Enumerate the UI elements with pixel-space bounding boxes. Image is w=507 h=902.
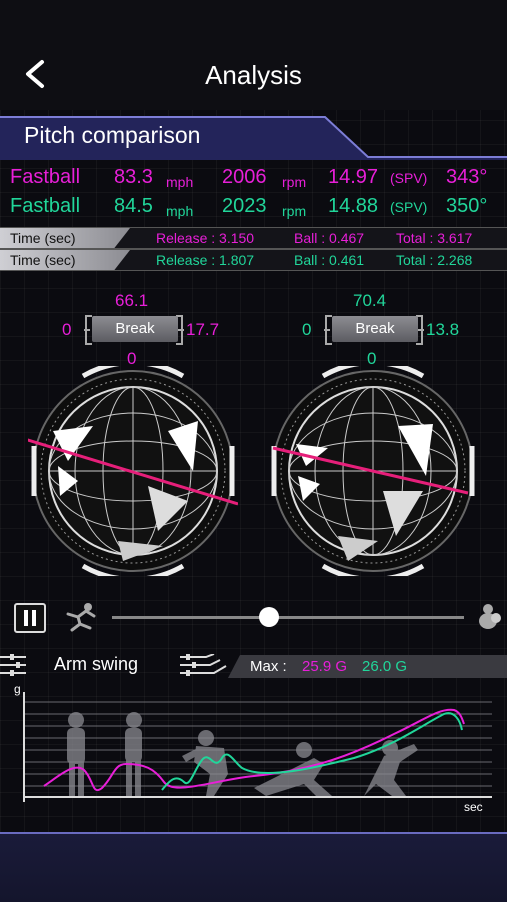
spv-unit: (SPV) — [390, 170, 428, 186]
max-pink-value: 25.9 G — [302, 658, 348, 675]
break-left-value: 0 — [62, 320, 72, 339]
y-axis-label: g — [14, 682, 21, 696]
header-bar — [0, 0, 507, 110]
ball-time: Ball : 0.461 — [294, 252, 365, 268]
pitch-speed: 84.5 — [114, 195, 153, 217]
time-label: Time (sec) — [0, 228, 130, 248]
break-button[interactable]: Break — [332, 316, 418, 342]
speed-unit: mph — [166, 203, 194, 219]
pitcher-windup-icon — [66, 603, 96, 632]
break-right-value: 17.7 — [186, 320, 220, 339]
max-g-bar: Max : 25.9 G 26.0 G — [228, 655, 507, 678]
pitch-speed: 83.3 — [114, 166, 153, 188]
max-green-value: 26.0 G — [362, 658, 408, 675]
spin-unit: rpm — [282, 174, 307, 190]
pitch-spin: 2006 — [222, 166, 267, 188]
ball-time: Ball : 0.467 — [294, 230, 365, 246]
spin-ball-2[interactable] — [268, 366, 478, 576]
pause-button[interactable] — [14, 603, 46, 633]
pitch-axis: 343° — [446, 166, 488, 188]
spin-unit: rpm — [282, 203, 307, 219]
arm-swing-graph — [23, 692, 492, 802]
page-title: Analysis — [205, 60, 302, 90]
menu-lines-icon — [0, 654, 26, 676]
pause-icon — [24, 610, 36, 626]
footer-bar — [0, 832, 507, 902]
break-top-value: 66.1 — [115, 291, 149, 310]
pitch-type: Fastball — [10, 166, 81, 188]
release-time: Release : 1.807 — [156, 252, 255, 268]
playback-thumb[interactable] — [259, 607, 279, 627]
decor-lines-icon — [180, 654, 227, 676]
pitch-spv: 14.88 — [328, 195, 379, 217]
pitch-spin: 2023 — [222, 195, 267, 217]
playback-track[interactable] — [112, 616, 464, 619]
spin-ball-1[interactable] — [28, 366, 238, 576]
speed-unit: mph — [166, 174, 194, 190]
break-button[interactable]: Break — [92, 316, 178, 342]
break-top-value: 70.4 — [353, 291, 387, 310]
break-right-value: 13.8 — [426, 320, 460, 339]
total-time: Total : 3.617 — [396, 230, 473, 246]
pitch-axis: 350° — [446, 195, 488, 217]
time-bar-1: Time (sec) Release : 3.150 Ball : 0.467 … — [0, 227, 507, 249]
total-time: Total : 2.268 — [396, 252, 473, 268]
break-left-value: 0 — [302, 320, 312, 339]
catcher-icon — [479, 604, 501, 629]
section-title: Pitch comparison — [24, 122, 201, 148]
release-time: Release : 3.150 — [156, 230, 255, 246]
max-label: Max : — [250, 658, 287, 675]
arm-swing-label: Arm swing — [54, 654, 139, 674]
spv-unit: (SPV) — [390, 199, 428, 215]
time-bar-2: Time (sec) Release : 1.807 Ball : 0.461 … — [0, 249, 507, 271]
time-label: Time (sec) — [0, 250, 130, 270]
pitch-spv: 14.97 — [328, 166, 379, 188]
x-axis-label: sec — [464, 800, 483, 814]
pitch-type: Fastball — [10, 195, 81, 217]
